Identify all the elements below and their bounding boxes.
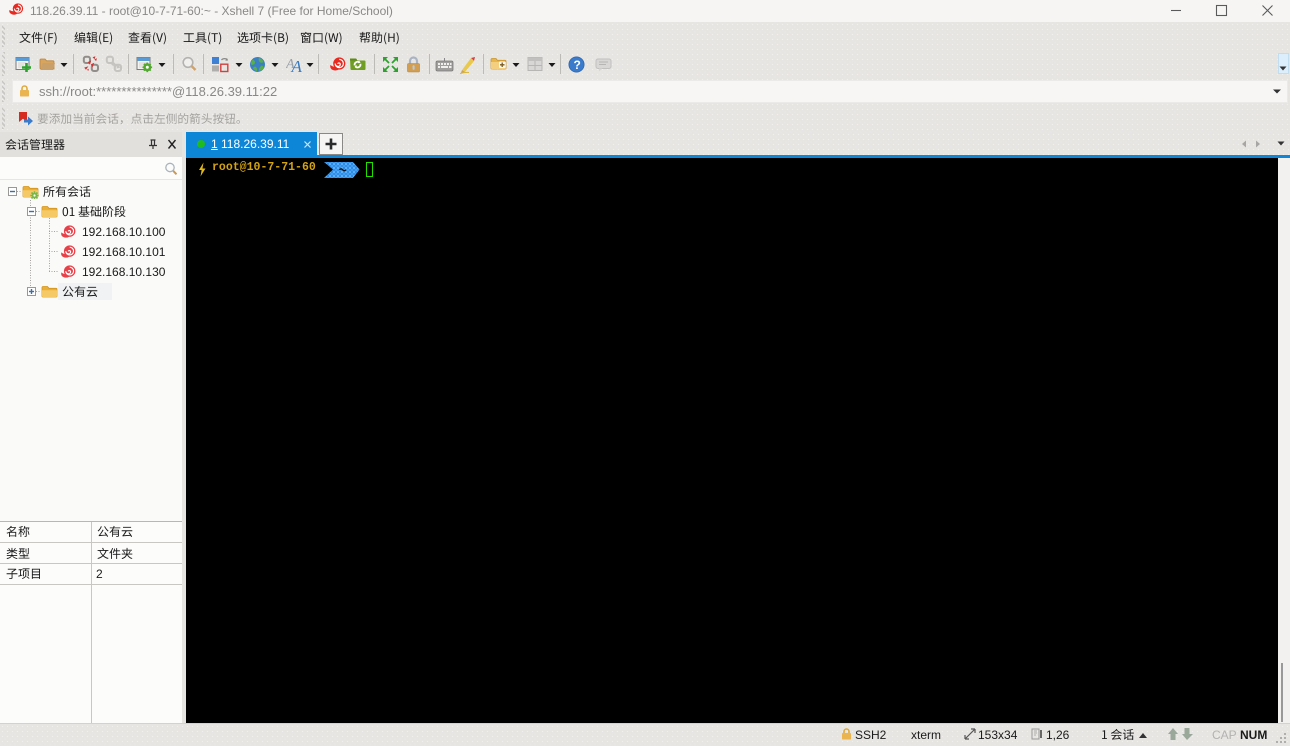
svg-text:?: ?: [574, 58, 581, 72]
svg-text:A: A: [291, 57, 303, 73]
